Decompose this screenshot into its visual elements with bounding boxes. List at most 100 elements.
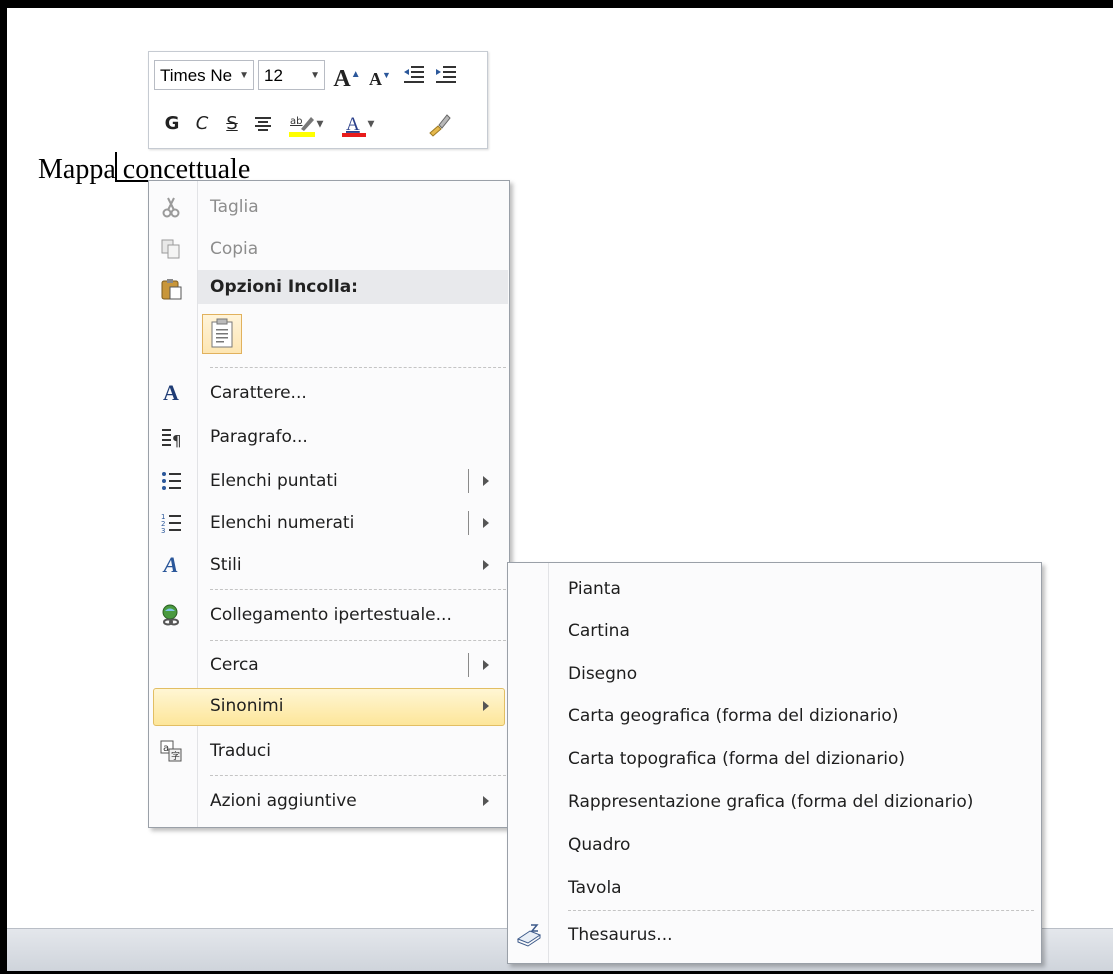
text-before-cursor: Mappa (38, 154, 116, 185)
center-align-button[interactable] (249, 110, 277, 138)
font-size-value: 12 (264, 66, 283, 85)
menu-item-hyperlink[interactable]: Collegamento ipertestuale... (149, 595, 509, 635)
grow-font-icon: A▲ (333, 66, 361, 92)
menu-item-label: Elenchi puntati (210, 471, 338, 491)
synonym-item[interactable]: Disegno (508, 654, 1041, 694)
menu-item-label: Thesaurus... (568, 925, 673, 945)
highlighter-icon: ab (288, 116, 315, 137)
synonym-item[interactable]: Tavola (508, 868, 1041, 908)
svg-text:a: a (163, 743, 169, 754)
font-color-icon: A (341, 114, 366, 137)
menu-item-label: Sinonimi (210, 696, 284, 716)
font-name-combo[interactable]: Times Ne ▼ (154, 60, 254, 90)
highlight-color-button[interactable]: ab ▼ (281, 110, 329, 138)
submenu-arrow-icon (483, 701, 489, 711)
translate-icon: a 字 (160, 740, 182, 762)
synonym-label: Rappresentazione grafica (forma del dizi… (568, 792, 974, 812)
font-size-combo[interactable]: 12 ▼ (258, 60, 325, 90)
chevron-down-icon[interactable]: ▼ (310, 61, 320, 91)
synonyms-submenu: Pianta Cartina Disegno Carta geografica … (507, 562, 1042, 964)
menu-item-paragraph[interactable]: ¶ Paragrafo... (149, 417, 509, 457)
paragraph-icon: ¶ (162, 429, 182, 449)
paste-keep-text-only-button[interactable] (202, 314, 242, 354)
decrease-indent-icon (404, 66, 424, 83)
menu-separator (210, 640, 506, 641)
shrink-font-button[interactable]: A▼ (365, 61, 395, 89)
decrease-indent-button[interactable] (399, 61, 429, 89)
menu-item-search[interactable]: Cerca (149, 645, 509, 685)
menu-item-label: Elenchi numerati (210, 513, 355, 533)
svg-text:¶: ¶ (172, 432, 182, 449)
submenu-arrow-icon[interactable] (483, 518, 489, 528)
synonym-label: Pianta (568, 579, 621, 599)
menu-item-synonyms[interactable]: Sinonimi (149, 686, 509, 726)
menu-item-label: Azioni aggiuntive (210, 791, 357, 811)
paste-options-header: Opzioni Incolla: (198, 270, 508, 304)
svg-text:字: 字 (171, 750, 180, 762)
menu-item-numbering[interactable]: 1 2 3 Elenchi numerati (149, 503, 509, 543)
mini-toolbar: Times Ne ▼ 12 ▼ A▲ A▼ G C S ab ▼ A ▼ (148, 51, 488, 149)
submenu-arrow-icon[interactable] (483, 476, 489, 486)
bold-button[interactable]: G (159, 110, 185, 138)
italic-button[interactable]: C (189, 110, 215, 138)
format-painter-icon (429, 114, 451, 137)
chevron-down-icon[interactable]: ▼ (317, 120, 324, 130)
scissors-icon (162, 197, 180, 218)
bullets-icon (162, 472, 181, 490)
context-menu: Taglia Copia Opzioni Incolla: A Caratter… (148, 180, 510, 828)
menu-item-label: Carattere... (210, 383, 307, 403)
menu-item-additional-actions[interactable]: Azioni aggiuntive (149, 781, 509, 821)
menu-item-label: Cerca (210, 655, 259, 675)
split-divider (468, 469, 469, 493)
chevron-down-icon[interactable]: ▼ (368, 120, 375, 130)
synonym-item[interactable]: Carta geografica (forma del dizionario) (508, 696, 1041, 736)
synonym-item[interactable]: Cartina (508, 611, 1041, 651)
paste-icon (161, 279, 182, 300)
submenu-arrow-icon (483, 560, 489, 570)
menu-separator (210, 589, 506, 590)
styles-icon: A (163, 552, 179, 577)
grow-font-button[interactable]: A▲ (331, 61, 363, 92)
increase-indent-icon (436, 66, 456, 83)
hyperlink-icon (162, 604, 179, 626)
font-icon: A (163, 380, 179, 405)
menu-item-translate[interactable]: a 字 Traduci (149, 731, 509, 771)
menu-item-font[interactable]: A Carattere... (149, 373, 509, 413)
menu-item-styles[interactable]: A Stili (149, 545, 509, 585)
thesaurus-icon (516, 924, 542, 947)
format-painter-button[interactable] (425, 110, 455, 138)
menu-item-label: Copia (210, 239, 259, 259)
menu-item-cut[interactable]: Taglia (149, 187, 509, 227)
menu-item-copy[interactable]: Copia (149, 229, 509, 269)
menu-item-label: Collegamento ipertestuale... (210, 605, 452, 625)
center-align-icon (255, 117, 271, 131)
chevron-down-icon[interactable]: ▼ (239, 61, 249, 91)
copy-icon (161, 239, 180, 259)
menu-item-bullets[interactable]: Elenchi puntati (149, 461, 509, 501)
menu-item-label: Traduci (210, 741, 271, 761)
synonym-label: Tavola (568, 878, 622, 898)
menu-separator (210, 775, 506, 776)
paste-options-label: Opzioni Incolla: (210, 277, 358, 297)
synonym-label: Carta geografica (forma del dizionario) (568, 706, 899, 726)
menu-item-label: Taglia (210, 197, 259, 217)
numbering-icon: 1 2 3 (161, 513, 181, 535)
menu-item-label: Stili (210, 555, 242, 575)
menu-separator (210, 367, 506, 368)
strikethrough-button[interactable]: S (219, 110, 245, 138)
synonym-label: Disegno (568, 664, 638, 684)
synonym-item[interactable]: Quadro (508, 825, 1041, 865)
font-color-button[interactable]: A ▼ (333, 110, 381, 138)
synonym-item[interactable]: Carta topografica (forma del dizionario) (508, 739, 1041, 779)
synonym-label: Carta topografica (forma del dizionario) (568, 749, 906, 769)
svg-text:ab: ab (290, 116, 302, 127)
menu-item-highlight (153, 688, 505, 726)
menu-item-thesaurus[interactable]: Thesaurus... (508, 915, 1041, 955)
svg-text:3: 3 (161, 527, 165, 535)
synonym-item[interactable]: Rappresentazione grafica (forma del dizi… (508, 782, 1041, 822)
increase-indent-button[interactable] (431, 61, 461, 89)
split-divider (468, 511, 469, 535)
synonym-item[interactable]: Pianta (508, 569, 1041, 609)
menu-item-label: Paragrafo... (210, 427, 308, 447)
submenu-arrow-icon[interactable] (483, 660, 489, 670)
